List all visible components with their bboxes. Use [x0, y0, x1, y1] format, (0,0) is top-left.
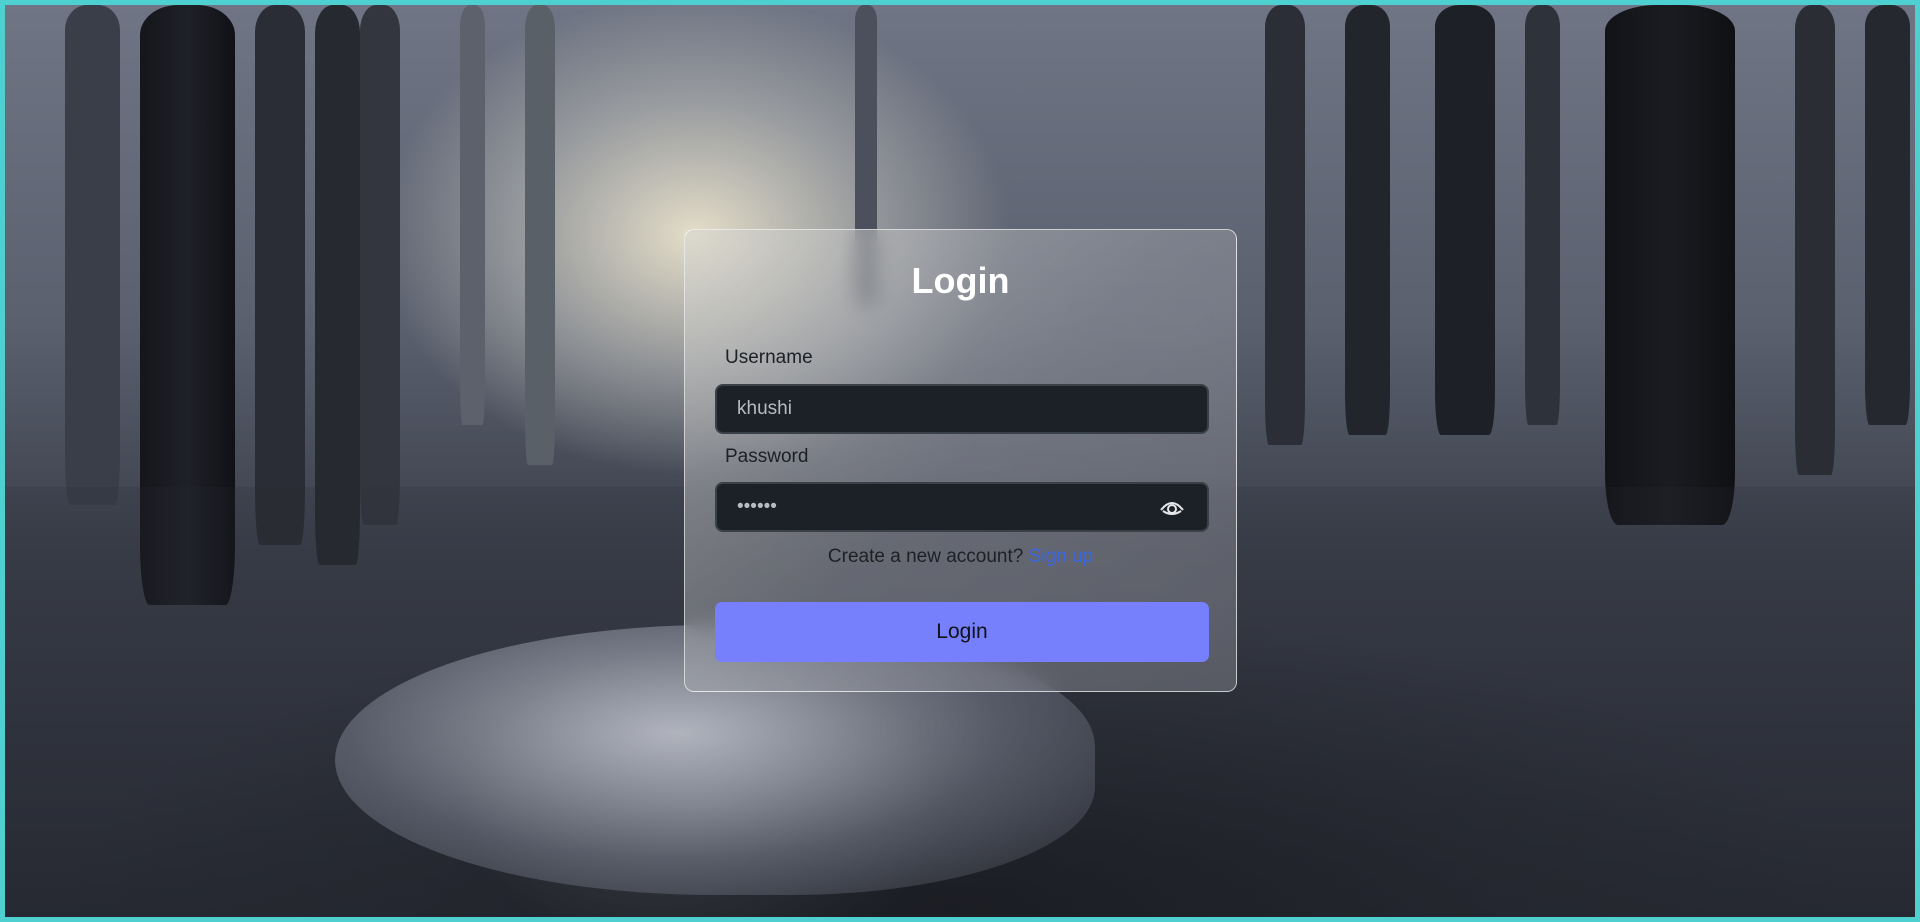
tree-trunk	[460, 5, 485, 425]
tree-trunk	[1265, 5, 1305, 445]
login-card: Login Username khushi Password •••••• Cr…	[684, 229, 1237, 692]
tree-trunk	[65, 5, 120, 505]
username-value: khushi	[737, 398, 792, 419]
tree-trunk	[255, 5, 305, 545]
tree-trunk	[360, 5, 400, 525]
tree-trunk	[1435, 5, 1495, 435]
password-label: Password	[725, 446, 809, 467]
username-input[interactable]: khushi	[715, 384, 1209, 434]
tree-trunk	[1865, 5, 1910, 425]
password-value: ••••••	[737, 496, 777, 517]
tree-trunk	[315, 5, 360, 565]
tree-trunk	[1795, 5, 1835, 475]
tree-trunk	[1525, 5, 1560, 425]
signup-prompt: Create a new account?	[827, 546, 1024, 567]
eye-icon[interactable]	[1159, 497, 1185, 519]
tree-trunk	[1345, 5, 1390, 435]
tree-trunk	[525, 5, 555, 465]
login-button[interactable]: Login	[715, 602, 1209, 662]
signup-row: Create a new account? Sign up	[685, 546, 1236, 568]
username-label: Username	[725, 347, 813, 368]
login-title: Login	[911, 260, 1010, 301]
password-input[interactable]: ••••••	[715, 482, 1209, 532]
signup-link[interactable]: Sign up	[1029, 546, 1093, 567]
tree-trunk	[1605, 5, 1735, 525]
